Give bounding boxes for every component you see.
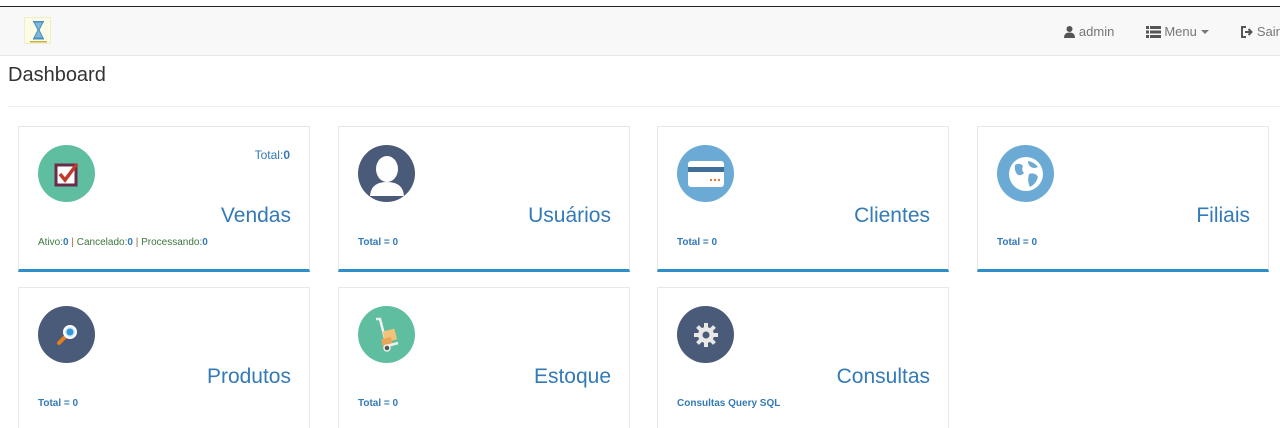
page-title: Dashboard (8, 64, 106, 86)
card-title-usuarios: Usuários (528, 204, 611, 227)
user-silhouette-icon (358, 145, 415, 202)
logout-link[interactable]: Sair (1240, 24, 1280, 39)
hand-truck-icon (358, 306, 415, 363)
clientes-total: Total = 0 (677, 237, 718, 248)
card-estoque[interactable]: Estoque Total = 0 (338, 287, 630, 428)
user-icon (1063, 26, 1075, 38)
hourglass-icon (30, 21, 47, 43)
magnifier-icon (38, 306, 95, 363)
vendas-status-summary: Ativo:0 | Cancelado:0 | Processando:0 (38, 237, 208, 248)
menu-label: Menu (1164, 24, 1197, 39)
navbar: admin Menu Sair (0, 7, 1280, 56)
checkbox-icon (38, 145, 95, 202)
card-usuarios[interactable]: Usuários Total = 0 (338, 126, 630, 272)
credit-card-icon (677, 145, 734, 202)
filiais-total: Total = 0 (997, 237, 1038, 248)
user-label: admin (1078, 24, 1115, 39)
vendas-total: Total:0 (254, 148, 290, 162)
globe-icon (997, 145, 1054, 202)
card-vendas[interactable]: Total:0 Vendas Ativo:0 | Cancelado:0 | P… (18, 126, 310, 272)
logout-icon (1240, 25, 1253, 38)
user-menu[interactable]: admin (1063, 24, 1114, 39)
card-consultas[interactable]: Consultas Consultas Query SQL (657, 287, 949, 428)
estoque-total: Total = 0 (358, 398, 399, 409)
menu-dropdown[interactable]: Menu (1146, 24, 1209, 39)
produtos-total: Total = 0 (38, 398, 79, 409)
card-title-filiais: Filiais (1196, 204, 1250, 227)
card-filiais[interactable]: Filiais Total = 0 (977, 126, 1269, 272)
card-clientes[interactable]: Clientes Total = 0 (657, 126, 949, 272)
logo[interactable] (24, 17, 51, 44)
consultas-link[interactable]: Consultas Query SQL (677, 398, 780, 409)
list-icon (1146, 25, 1162, 38)
usuarios-total: Total = 0 (358, 237, 399, 248)
caret-down-icon (1200, 29, 1209, 34)
title-divider (8, 106, 1280, 107)
card-title-consultas: Consultas (836, 365, 930, 388)
logout-label: Sair (1256, 24, 1280, 39)
card-title-estoque: Estoque (533, 365, 611, 388)
card-title-clientes: Clientes (854, 204, 930, 227)
card-title-produtos: Produtos (206, 365, 291, 388)
card-produtos[interactable]: Produtos Total = 0 (18, 287, 310, 428)
gear-icon (677, 306, 734, 363)
card-title-vendas: Vendas (220, 204, 291, 227)
